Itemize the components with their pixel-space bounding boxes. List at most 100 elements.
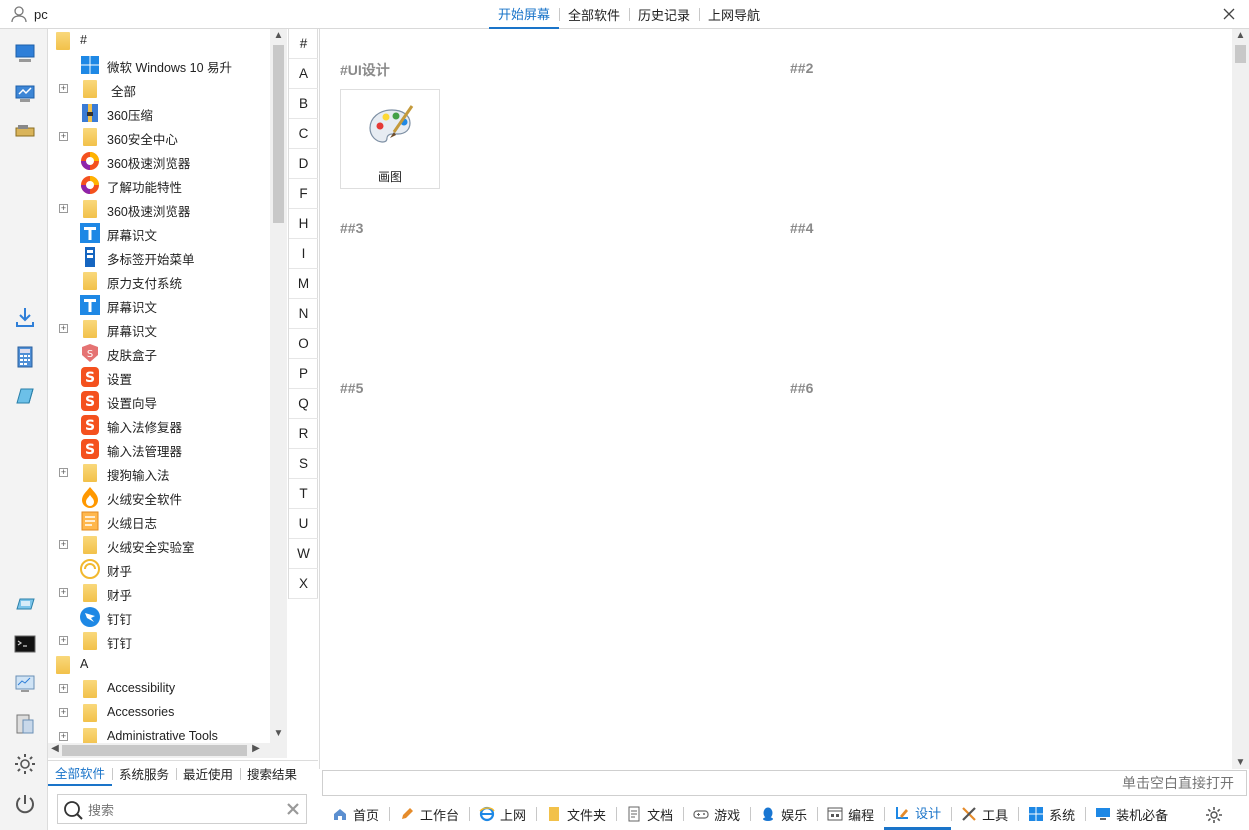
control-panel-icon[interactable] [12,119,38,145]
tree-horizontal-scrollbar[interactable]: ◀ ▶ [48,743,287,758]
category-tools[interactable]: 工具 [951,798,1018,830]
tree-item[interactable]: S 皮肤盒子 [48,341,272,365]
screen-capture-icon[interactable] [12,591,38,617]
group-title[interactable]: ##6 [790,380,813,396]
tree-vertical-scrollbar[interactable]: ▲ ▼ [270,29,287,743]
alpha-index-item[interactable]: C [289,119,318,149]
alpha-index-item[interactable]: X [289,569,318,599]
category-folder[interactable]: 文件夹 [536,798,616,830]
settings-icon[interactable] [1205,806,1223,824]
scroll-left-icon[interactable]: ◀ [48,743,62,754]
tree-item[interactable]: 360极速浏览器 [48,149,272,173]
network-icon[interactable] [12,81,38,107]
scroll-right-icon[interactable]: ▶ [249,743,263,754]
expand-icon[interactable]: + [59,324,68,333]
category-home[interactable]: 首页 [322,798,389,830]
tab-web-nav[interactable]: 上网导航 [699,0,769,29]
tree-group-a[interactable]: A [48,653,272,677]
category-system[interactable]: 系统 [1018,798,1085,830]
tab-system-services[interactable]: 系统服务 [112,761,176,786]
alpha-index-item[interactable]: U [289,509,318,539]
tree-folder[interactable]: + 搜狗输入法 [48,461,272,485]
alpha-index-item[interactable]: I [289,239,318,269]
tree-item[interactable]: 屏幕识文 [48,293,272,317]
expand-icon[interactable]: + [59,132,68,141]
alpha-index-item[interactable]: N [289,299,318,329]
computer-icon[interactable] [12,41,38,67]
tree-item[interactable]: 火绒日志 [48,509,272,533]
group-title[interactable]: ##4 [790,220,813,236]
calculator-icon[interactable] [12,344,38,370]
scroll-up-icon[interactable]: ▲ [270,30,287,44]
alpha-index-item[interactable]: R [289,419,318,449]
category-games[interactable]: 游戏 [683,798,750,830]
tree-item[interactable]: 财乎 [48,557,272,581]
alpha-index-item[interactable]: T [289,479,318,509]
alpha-index-item[interactable]: F [289,179,318,209]
tree-item[interactable]: 屏幕识文 [48,221,272,245]
group-title[interactable]: ##5 [340,380,363,396]
tree-folder[interactable]: + 火绒安全实验室 [48,533,272,557]
device-manager-icon[interactable] [12,711,38,737]
tree-folder[interactable]: + Accessories [48,701,272,725]
expand-icon[interactable]: + [59,204,68,213]
alpha-index-item[interactable]: P [289,359,318,389]
tree-item[interactable]: 微软 Windows 10 易升 [48,53,272,77]
alpha-index-item[interactable]: A [289,59,318,89]
tree-item[interactable]: S 设置 [48,365,272,389]
tree-folder[interactable]: + 屏幕识文 [48,317,272,341]
category-essentials[interactable]: 装机必备 [1085,798,1178,830]
expand-icon[interactable]: + [59,708,68,717]
scroll-down-icon[interactable]: ▼ [1232,757,1249,768]
category-web[interactable]: 上网 [469,798,536,830]
alpha-index-item[interactable]: W [289,539,318,569]
expand-icon[interactable]: + [59,588,68,597]
tree-folder[interactable]: + 全部 [48,77,272,101]
alpha-index-item[interactable]: B [289,89,318,119]
tree-folder[interactable]: +360安全中心 [48,125,272,149]
tab-search-results[interactable]: 搜索结果 [240,761,304,786]
scroll-down-icon[interactable]: ▼ [270,728,287,742]
category-entertainment[interactable]: 娱乐 [750,798,817,830]
expand-icon[interactable]: + [59,84,68,93]
tree-item[interactable]: S 输入法管理器 [48,437,272,461]
tree-item[interactable]: 火绒安全软件 [48,485,272,509]
scroll-up-icon[interactable]: ▲ [1232,30,1249,41]
scroll-thumb[interactable] [273,45,284,223]
expand-icon[interactable]: + [59,636,68,645]
expand-icon[interactable]: + [59,732,68,741]
tree-item[interactable]: 360压缩 [48,101,272,125]
tree-item[interactable]: S 输入法修复器 [48,413,272,437]
search-input[interactable] [88,799,278,821]
alpha-index-item[interactable]: Q [289,389,318,419]
tab-start-screen[interactable]: 开始屏幕 [489,0,560,29]
run-input[interactable] [329,774,1234,792]
power-icon[interactable] [12,791,38,817]
system-monitor-icon[interactable] [12,671,38,697]
tab-recent[interactable]: 最近使用 [176,761,240,786]
category-documents[interactable]: 文档 [616,798,683,830]
expand-icon[interactable]: + [59,468,68,477]
tree-item[interactable]: S 设置向导 [48,389,272,413]
download-icon[interactable] [12,304,38,330]
tree-folder[interactable]: + Accessibility [48,677,272,701]
close-icon[interactable] [1221,6,1237,22]
tree-item[interactable]: 了解功能特性 [48,173,272,197]
settings-gear-icon[interactable] [12,751,38,777]
group-title[interactable]: #UI设计 [340,60,390,80]
expand-icon[interactable]: + [59,684,68,693]
tree-folder[interactable]: 原力支付系统 [48,269,272,293]
alpha-index-item[interactable]: D [289,149,318,179]
tab-all-software[interactable]: 全部软件 [48,761,113,786]
tree-item[interactable]: 钉钉 [48,605,272,629]
category-design[interactable]: 设计 [884,798,952,830]
clear-icon[interactable] [286,802,300,816]
command-prompt-icon[interactable] [12,631,38,657]
category-workbench[interactable]: 工作台 [389,798,469,830]
tree-item[interactable]: 多标签开始菜单 [48,245,272,269]
tree-group-hash[interactable]: # [48,29,272,53]
main-vertical-scrollbar[interactable]: ▲ ▼ [1232,29,1249,769]
alpha-index-item[interactable]: S [289,449,318,479]
scroll-thumb[interactable] [1235,45,1246,63]
tile-paint[interactable]: 画图 [340,89,440,189]
